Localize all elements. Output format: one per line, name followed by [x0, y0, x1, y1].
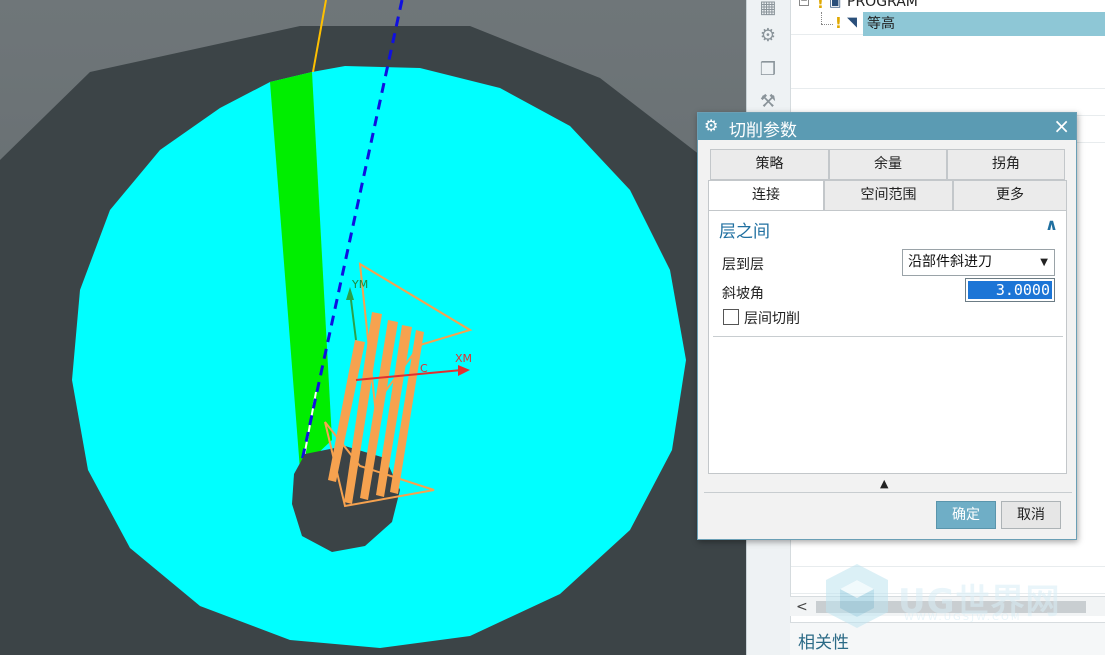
layer-to-layer-label: 层到层 [722, 257, 764, 273]
ramp-angle-label: 斜坡角 [722, 286, 764, 302]
graphics-viewport[interactable]: YM XM C [0, 0, 750, 655]
navigator-icon[interactable]: ▦ [755, 0, 781, 20]
warning-icon: ! [817, 0, 824, 12]
floor-face [72, 66, 686, 648]
tree-item-label-selected[interactable]: 等高 [863, 12, 1105, 36]
gear-icon: ⚙ [704, 116, 719, 135]
group-title-between-levels[interactable]: 层之间 [719, 217, 770, 242]
tab-stock[interactable]: 余量 [829, 149, 947, 180]
tab-strategy[interactable]: 策略 [710, 149, 829, 180]
cut-between-levels-label: 层间切削 [744, 311, 800, 327]
relevance-panel-header[interactable]: 相关性 [790, 622, 1105, 655]
tree-row-operation[interactable]: ! ◥ 等高 [791, 12, 1105, 36]
chevron-up-icon[interactable]: ∧ [1045, 215, 1058, 234]
geometry-icon[interactable]: ❒ [755, 58, 781, 82]
relevance-label: 相关性 [798, 633, 849, 653]
cancel-button[interactable]: 取消 [1001, 501, 1061, 529]
xm-axis-label: XM [455, 352, 473, 365]
warning-icon: ! [835, 14, 842, 32]
horizontal-scrollbar[interactable]: < [790, 596, 1105, 616]
group-divider [713, 336, 1063, 337]
method-icon[interactable]: ⚒ [755, 90, 781, 114]
c-axis-label: C [420, 362, 428, 375]
machine-icon[interactable]: ⚙ [755, 24, 781, 48]
program-folder-icon: ▣ [829, 0, 842, 10]
tab-connections[interactable]: 连接 [708, 180, 824, 211]
dropdown-arrow-icon[interactable]: ▼ [1040, 250, 1048, 275]
dialog-title: 切削参数 [729, 121, 797, 141]
cutting-parameters-dialog: ⚙ 切削参数 × 策略 余量 拐角 连接 空间范围 更多 层之间 ∧ 层到层 沿… [697, 112, 1077, 540]
tree-item-label: PROGRAM [847, 0, 918, 10]
tree-gridline [791, 62, 1105, 89]
ramp-angle-input[interactable]: 3.0000 [965, 278, 1055, 302]
ym-axis-label: YM [352, 278, 369, 291]
layer-to-layer-value: 沿部件斜进刀 [908, 254, 992, 270]
close-icon[interactable]: × [1053, 114, 1070, 138]
connections-panel: 层之间 ∧ 层到层 沿部件斜进刀 ▼ 斜坡角 3.0000 层间切削 [708, 210, 1067, 474]
tab-containment[interactable]: 空间范围 [824, 180, 953, 211]
tab-more[interactable]: 更多 [953, 180, 1067, 211]
ramp-angle-value[interactable]: 3.0000 [968, 281, 1052, 299]
tab-corners[interactable]: 拐角 [947, 149, 1065, 180]
ok-button[interactable]: 确定 [936, 501, 996, 529]
scroll-thumb[interactable] [816, 601, 1086, 613]
cut-between-levels-checkbox[interactable] [723, 309, 739, 325]
collapse-icon[interactable]: − [799, 0, 809, 6]
part-model [0, 0, 750, 655]
tree-gridline [791, 567, 1105, 594]
tree-connector [821, 24, 833, 25]
scroll-left-icon[interactable]: < [796, 597, 808, 617]
tree-gridline [791, 540, 1105, 567]
dialog-expand-bar[interactable]: ▲ [704, 477, 1072, 493]
dialog-title-bar[interactable]: ⚙ 切削参数 × [698, 113, 1076, 141]
expand-up-icon[interactable]: ▲ [880, 477, 888, 490]
operation-icon: ◥ [847, 15, 857, 30]
layer-to-layer-select[interactable]: 沿部件斜进刀 ▼ [902, 249, 1055, 276]
tree-connector [821, 12, 822, 24]
